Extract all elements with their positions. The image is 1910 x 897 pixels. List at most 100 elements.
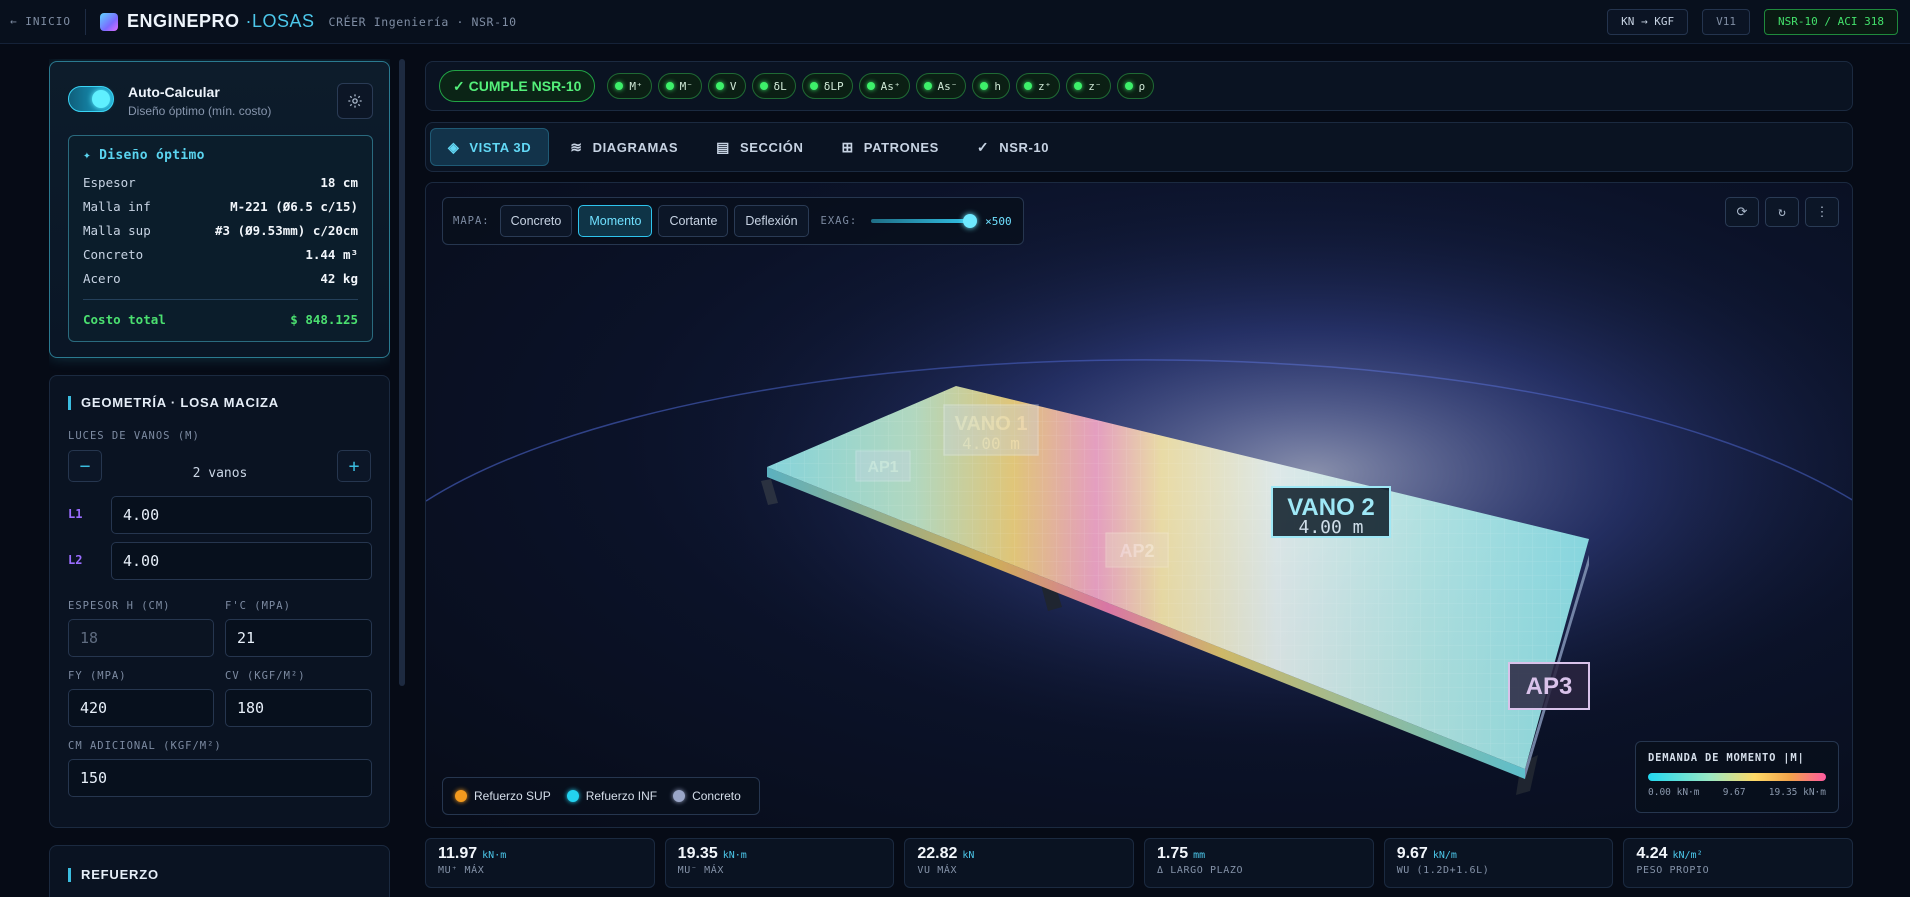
map-label: MAPA: bbox=[453, 215, 490, 227]
demand-min: 0.00 kN·m bbox=[1648, 787, 1700, 798]
more-icon: ⋮ bbox=[1815, 204, 1829, 220]
check-chip-label: As⁻ bbox=[937, 79, 958, 93]
spans-count: 2 vanos bbox=[192, 466, 248, 481]
legend-item: Concreto bbox=[673, 789, 741, 803]
stat-value: 9.67 bbox=[1396, 845, 1428, 862]
label-ap3: AP3 bbox=[1508, 662, 1590, 710]
optimal-row-value: 18 cm bbox=[320, 175, 358, 190]
span-l2-input[interactable]: 4.00 bbox=[111, 542, 372, 580]
status-dot-icon bbox=[809, 82, 818, 90]
exaggeration-slider[interactable] bbox=[871, 214, 978, 228]
stat-card: 9.67 kN/m WU (1.2D+1.6L) bbox=[1383, 838, 1614, 888]
slider-knob[interactable] bbox=[963, 214, 978, 228]
tab-patrones[interactable]: ⊞ PATRONES bbox=[824, 128, 955, 166]
map-option-cortante[interactable]: Cortante bbox=[658, 205, 729, 237]
sidebar-scrollbar[interactable] bbox=[399, 59, 405, 686]
check-chip-label: z⁻ bbox=[1088, 79, 1102, 93]
top-actions: KN → KGF V11 NSR-10 / ACI 318 bbox=[1607, 8, 1898, 35]
thickness-input[interactable]: 18 bbox=[68, 619, 214, 657]
minus-icon: − bbox=[79, 455, 91, 477]
tab-icon: ◈ bbox=[448, 138, 460, 155]
check-chip[interactable]: M⁻ bbox=[657, 73, 702, 99]
status-dot-icon bbox=[615, 82, 624, 90]
add-span-button[interactable]: + bbox=[337, 450, 371, 482]
check-chip[interactable]: ρ bbox=[1116, 73, 1155, 99]
scene-label-vano2len: 4.00 m bbox=[1298, 517, 1363, 538]
map-option-concreto[interactable]: Concreto bbox=[499, 205, 573, 237]
reset-view-button[interactable]: ⟳ bbox=[1725, 197, 1759, 227]
auto-calc-toggle[interactable] bbox=[68, 86, 114, 112]
tab-nsr-10[interactable]: ✓ NSR-10 bbox=[960, 128, 1066, 166]
map-option-deflexión[interactable]: Deflexión bbox=[734, 205, 809, 237]
total-cost-value: $ 848.125 bbox=[290, 312, 358, 327]
check-chip[interactable]: As⁺ bbox=[858, 73, 910, 99]
tab-diagramas[interactable]: ≋ DIAGRAMAS bbox=[553, 128, 695, 166]
exaggeration-label: EXAG: bbox=[820, 215, 858, 227]
check-chip[interactable]: M⁺ bbox=[607, 73, 652, 99]
remove-span-button[interactable]: − bbox=[68, 450, 102, 482]
sparkle-icon: ✦ bbox=[83, 148, 92, 163]
stat-unit: kN·m bbox=[482, 850, 507, 861]
reinforcement-card[interactable]: REFUERZO bbox=[49, 845, 390, 897]
more-options-button[interactable]: ⋮ bbox=[1805, 197, 1839, 227]
status-dot-icon bbox=[759, 82, 768, 90]
check-chip-label: δL bbox=[773, 79, 787, 93]
version-badge[interactable]: V11 bbox=[1702, 8, 1751, 35]
check-chip[interactable]: δLP bbox=[801, 73, 853, 99]
status-dot-icon bbox=[665, 82, 674, 90]
check-chip[interactable]: As⁻ bbox=[915, 73, 967, 99]
check-chip[interactable]: δL bbox=[751, 73, 796, 99]
tab-icon: ✓ bbox=[976, 138, 990, 155]
check-chip[interactable]: V bbox=[707, 73, 746, 99]
rotate-view-button[interactable]: ↻ bbox=[1765, 197, 1799, 227]
legend-dot-icon bbox=[566, 790, 579, 802]
slab-3d-scene: VANO 1 4.00 m AP1 AP2 VANO 2 4.00 m AP3 bbox=[426, 183, 1852, 827]
optimal-row: Malla sup #3 (Ø9.53mm) c/20cm bbox=[83, 223, 358, 238]
tab-vista-3d[interactable]: ◈ VISTA 3D bbox=[430, 128, 550, 166]
span-l1-input[interactable]: 4.00 bbox=[111, 496, 372, 534]
optimal-row-label: Malla inf bbox=[83, 199, 151, 214]
stat-label: PESO PROPIO bbox=[1636, 865, 1710, 876]
tab-label: DIAGRAMAS bbox=[592, 139, 679, 155]
back-link[interactable]: ← INICIO bbox=[10, 15, 71, 28]
exaggeration-value: ×500 bbox=[985, 214, 1012, 228]
check-chip[interactable]: h bbox=[972, 73, 1011, 99]
norm-badge[interactable]: NSR-10 / ACI 318 bbox=[1764, 8, 1898, 35]
legend-item: Refuerzo INF bbox=[566, 789, 657, 803]
units-toggle-button[interactable]: KN → KGF bbox=[1607, 8, 1689, 35]
check-chip[interactable]: z⁻ bbox=[1066, 73, 1111, 99]
check-chip[interactable]: z⁺ bbox=[1016, 73, 1061, 99]
auto-calc-card: Auto-Calcular Diseño óptimo (mín. costo)… bbox=[49, 61, 390, 358]
sidebar: Auto-Calcular Diseño óptimo (mín. costo)… bbox=[49, 59, 390, 897]
cv-input[interactable]: 180 bbox=[225, 689, 372, 727]
stat-unit: kN·m bbox=[722, 850, 747, 861]
cm-input[interactable]: 150 bbox=[68, 759, 372, 797]
legend-item: Refuerzo SUP bbox=[455, 789, 551, 803]
view-tabs: ◈ VISTA 3D ≋ DIAGRAMAS ▤ SECCIÓN ⊞ PATRONES ✓ NSR… bbox=[425, 122, 1853, 172]
tab-label: SECCIÓN bbox=[740, 139, 804, 155]
tab-label: PATRONES bbox=[863, 139, 939, 155]
legend-dot-icon bbox=[455, 790, 467, 802]
optimal-row-label: Acero bbox=[83, 271, 121, 286]
auto-calc-subtitle: Diseño óptimo (mín. costo) bbox=[128, 104, 272, 118]
3d-viewport[interactable]: VANO 1 4.00 m AP1 AP2 VANO 2 4.00 m AP3 … bbox=[425, 182, 1853, 828]
fc-label: F'C (MPA) bbox=[225, 600, 291, 612]
reinforcement-title: REFUERZO bbox=[68, 868, 159, 882]
compliance-badge[interactable]: ✓ CUMPLE NSR-10 bbox=[439, 70, 596, 102]
status-dot-icon bbox=[1124, 82, 1133, 90]
optimal-row-value: M-221 (Ø6.5 c/15) bbox=[230, 199, 358, 214]
geometry-title: GEOMETRÍA · LOSA MACIZA bbox=[68, 396, 279, 410]
map-option-momento[interactable]: Momento bbox=[578, 205, 653, 237]
stat-label: WU (1.2D+1.6L) bbox=[1396, 865, 1490, 876]
fy-input[interactable]: 420 bbox=[68, 689, 214, 727]
tab-secci-n[interactable]: ▤ SECCIÓN bbox=[699, 128, 820, 166]
optimal-row-value: 42 kg bbox=[320, 271, 358, 286]
status-dot-icon bbox=[980, 82, 989, 90]
thickness-label: ESPESOR H (CM) bbox=[68, 600, 171, 612]
demand-color-scale bbox=[1648, 773, 1826, 781]
settings-button[interactable] bbox=[337, 83, 373, 119]
fc-input[interactable]: 21 bbox=[225, 619, 372, 657]
demand-title: DEMANDA DE MOMENTO |M| bbox=[1648, 752, 1805, 764]
divider bbox=[84, 8, 86, 35]
material-legend: Refuerzo SUP Refuerzo INF Concreto bbox=[442, 777, 760, 815]
